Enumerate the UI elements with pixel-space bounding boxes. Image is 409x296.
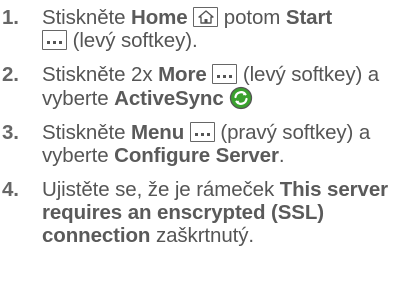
step-number: 2. [2,63,19,86]
activesync-label: ActiveSync [114,87,224,110]
step-4: 4. Ujistěte se, že je rámeček This server… [0,178,409,247]
step-number: 4. [2,178,19,201]
configure-server-label: Configure Server [114,144,279,167]
step-text: . [278,144,285,167]
more-key-label: More [158,63,207,86]
step-text: Stiskněte [42,121,132,144]
menu-key-label: Menu [131,121,185,144]
step-2: 2. Stiskněte 2x More (levý softkey) a vyb… [0,63,409,110]
step-text: Stiskněte 2x [42,63,159,86]
step-3: 3. Stiskněte Menu (pravý softkey) a vyber… [0,121,409,167]
softkey-dots-icon [189,122,215,142]
step-text: Ujistěte se, že je rámeček [42,178,280,201]
step-number: 3. [2,121,19,144]
home-key-icon [193,7,219,27]
activesync-icon [230,86,253,110]
home-key-label: Home [131,6,188,29]
instruction-list: 1. Stiskněte Home potom Start (levý softk… [0,6,409,258]
softkey-dots-icon [212,64,238,84]
step-text: potom [218,6,286,29]
softkey-dots-icon [42,30,67,50]
step-text: Stiskněte [42,6,132,29]
step-1: 1. Stiskněte Home potom Start (levý softk… [0,6,409,52]
step-text: zaškrtnutý. [150,224,254,247]
start-key-label: Start [285,6,333,29]
step-text: (levý softkey). [67,29,198,52]
step-number: 1. [2,6,19,29]
